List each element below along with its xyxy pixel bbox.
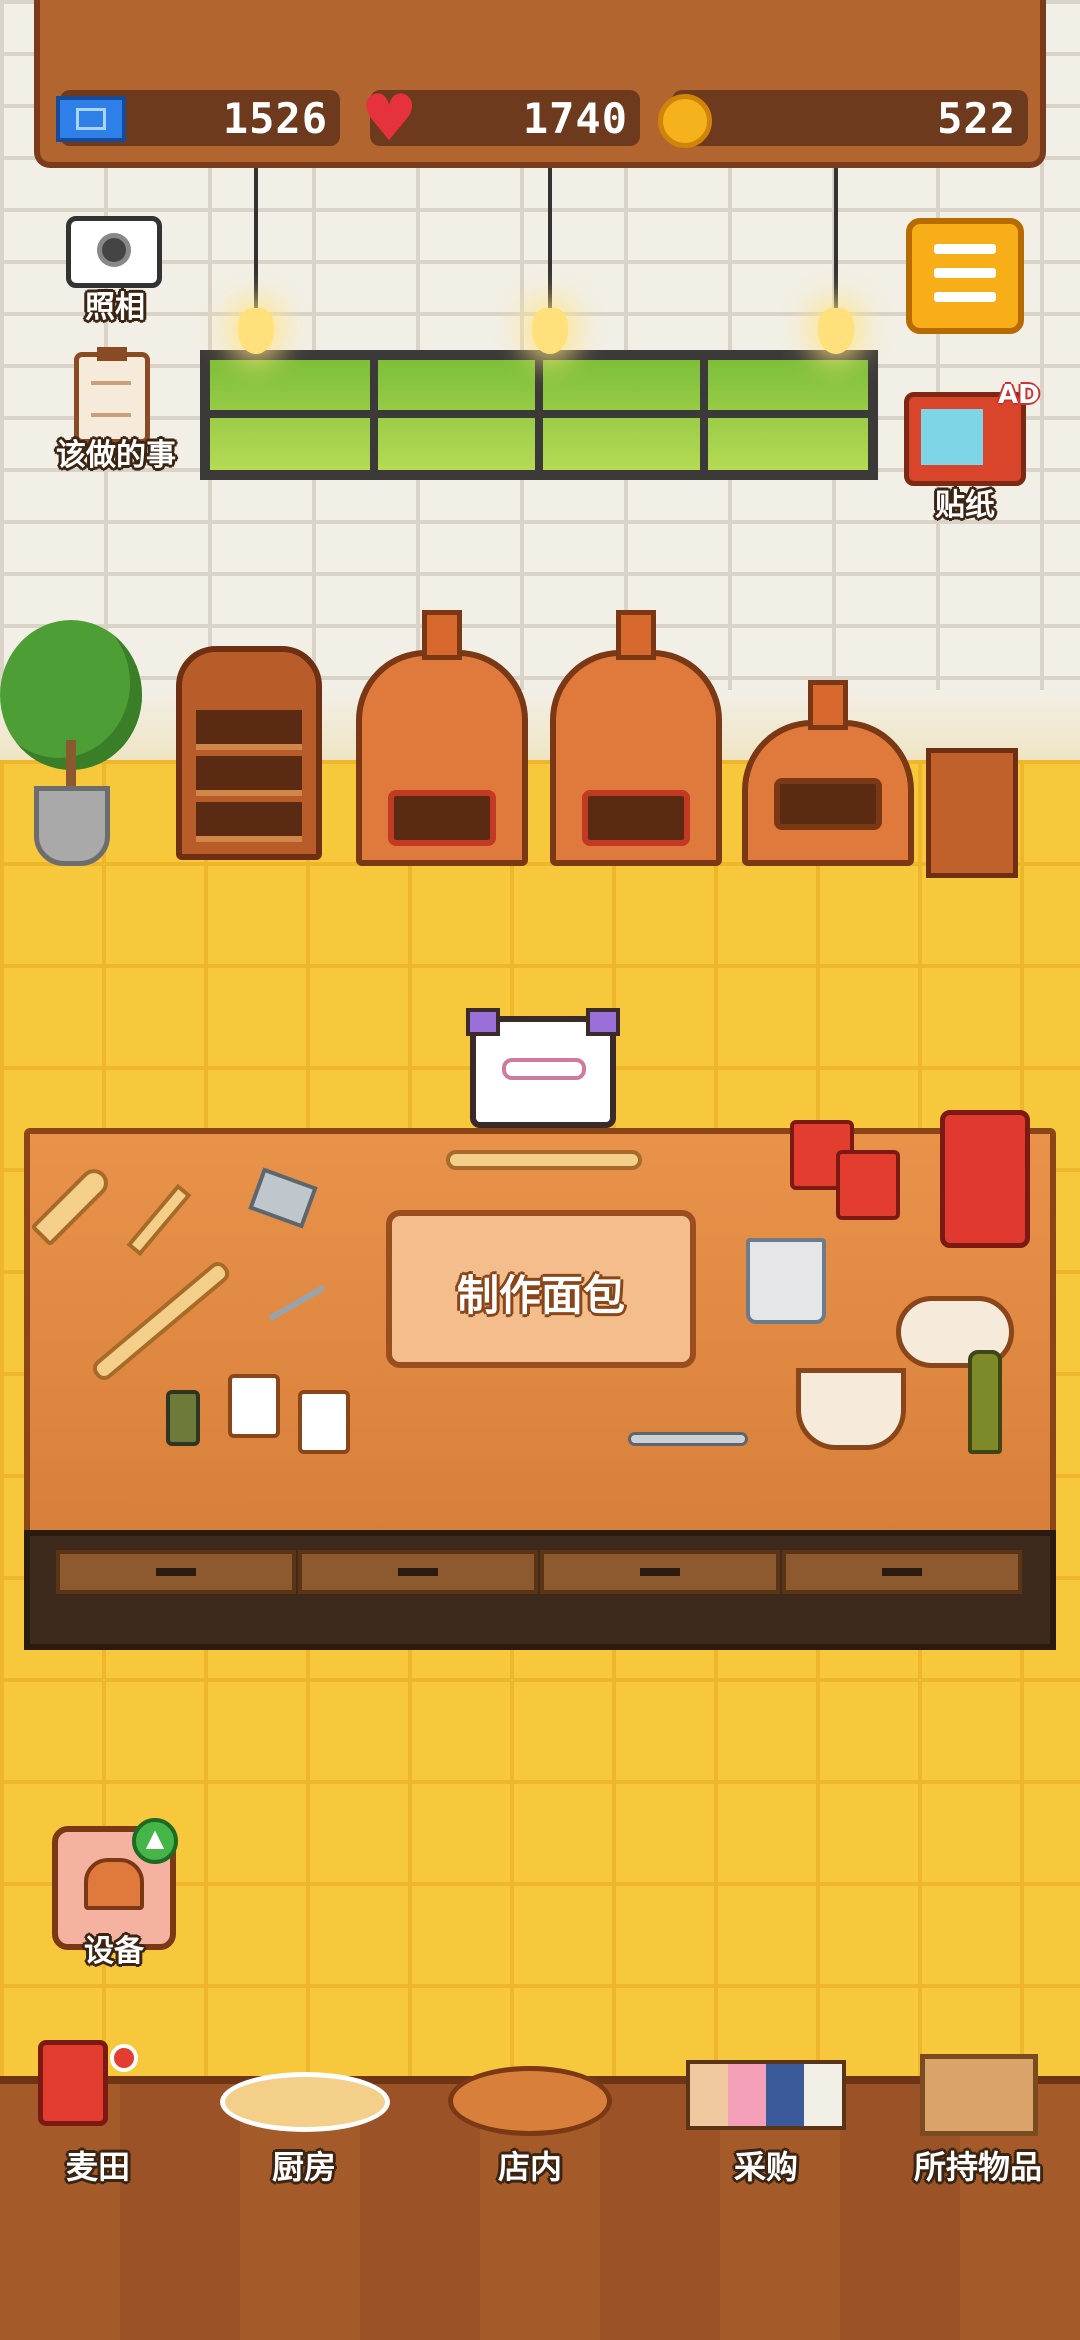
ceiling-lamp (238, 308, 274, 354)
camera-button[interactable]: 照相 (60, 208, 170, 328)
ceiling-lamp (532, 308, 568, 354)
ad-badge: AD (998, 380, 1040, 410)
store-icon (448, 2066, 612, 2136)
small-oven[interactable] (742, 680, 914, 866)
oven-chimney (422, 610, 462, 660)
sticker-button[interactable]: 贴纸 (904, 480, 1026, 526)
ticket-value: 1526 (222, 94, 328, 143)
menu-line (934, 268, 996, 278)
equipment-label: 设备 (84, 1934, 144, 1969)
cat-baker[interactable] (466, 1008, 620, 1128)
menu-line (934, 244, 996, 254)
ticket-icon (56, 96, 126, 142)
rack-shelf (196, 802, 302, 842)
todo-button[interactable]: 该做的事 (46, 346, 186, 473)
coin-counter[interactable]: 522 (672, 90, 1028, 146)
window-frame-bar (210, 410, 868, 418)
rolling-pin (446, 1150, 642, 1170)
butter-pack (836, 1150, 900, 1220)
oven-icon (84, 1858, 144, 1910)
kitchen-window (200, 350, 878, 480)
menu-button[interactable] (906, 218, 1024, 334)
nav-label: 厨房 (271, 2148, 336, 2186)
make-bread-button[interactable]: 制作面包 (386, 1210, 696, 1368)
nav-label: 麦田 (65, 2148, 130, 2186)
olive-oil-bottle (968, 1350, 1002, 1454)
kitchen-scale (940, 1110, 1030, 1248)
nav-item-inventory[interactable]: 所持物品 (878, 2030, 1078, 2186)
flour-bowl (796, 1368, 906, 1450)
camera-label: 照相 (85, 290, 145, 325)
measuring-cup (746, 1238, 826, 1324)
ceiling-lamp (818, 308, 854, 354)
rack-shelf (196, 756, 302, 796)
wall-base (0, 690, 1080, 760)
inventory-icon (920, 2054, 1038, 2136)
upgrade-arrow-icon (132, 1818, 178, 1864)
nav-item-purchase[interactable]: 采购 (666, 2030, 866, 2186)
counter-drawer (782, 1550, 1022, 1594)
coin-icon (658, 94, 712, 148)
oven-door (387, 790, 497, 846)
heart-icon: ♥ (360, 82, 418, 156)
lamp-cord (834, 168, 838, 308)
nav-label: 店内 (497, 2148, 562, 2186)
bread-rack[interactable] (176, 646, 322, 860)
nav-item-store[interactable]: 店内 (430, 2030, 630, 2186)
sugar-jar (228, 1374, 280, 1438)
counter-drawer (56, 1550, 296, 1594)
whisk (628, 1432, 748, 1446)
brick-oven[interactable] (550, 610, 722, 866)
coin-value: 522 (937, 94, 1016, 143)
wheat-field-icon (38, 2040, 108, 2126)
spice-jar (166, 1390, 200, 1446)
nav-label: 所持物品 (913, 2148, 1042, 2186)
game-scene: 1526 1740 ♥ 522 照相 该做的事 AD 贴纸 制作面包 ▲ 设备 … (0, 0, 1080, 2340)
counter-drawer (298, 1550, 538, 1594)
notification-dot-icon (110, 2044, 138, 2072)
oven-chimney (616, 610, 656, 660)
nav-label: 采购 (733, 2148, 798, 2186)
menu-line (934, 292, 996, 302)
counter-drawer (540, 1550, 780, 1594)
counter-front (24, 1530, 1056, 1650)
sticker-label: 贴纸 (935, 488, 995, 523)
heart-value: 1740 (522, 94, 628, 143)
plant-pot (34, 786, 110, 866)
brick-oven[interactable] (356, 610, 528, 866)
cat-ear-bow (586, 1008, 620, 1036)
make-bread-label: 制作面包 (456, 1271, 625, 1320)
salt-jar (298, 1390, 350, 1454)
kitchen-icon (220, 2072, 390, 2132)
cat-ear-bow (466, 1008, 500, 1036)
oven-door (581, 790, 691, 846)
oven-door (773, 778, 883, 830)
oven-chimney (808, 680, 848, 730)
lamp-cord (548, 168, 552, 308)
equipment-label-wrap: 设备 (52, 1926, 176, 1976)
lamp-cord (254, 168, 258, 308)
camera-icon (66, 216, 162, 288)
todo-label: 该做的事 (56, 438, 176, 473)
nav-item-wheat-field[interactable]: 麦田 (0, 2030, 198, 2186)
firewood-pile (926, 748, 1018, 878)
cat-glasses (502, 1058, 586, 1080)
rack-shelf (196, 710, 302, 750)
purchase-icon (686, 2060, 846, 2130)
nav-item-kitchen[interactable]: 厨房 (204, 2030, 404, 2186)
